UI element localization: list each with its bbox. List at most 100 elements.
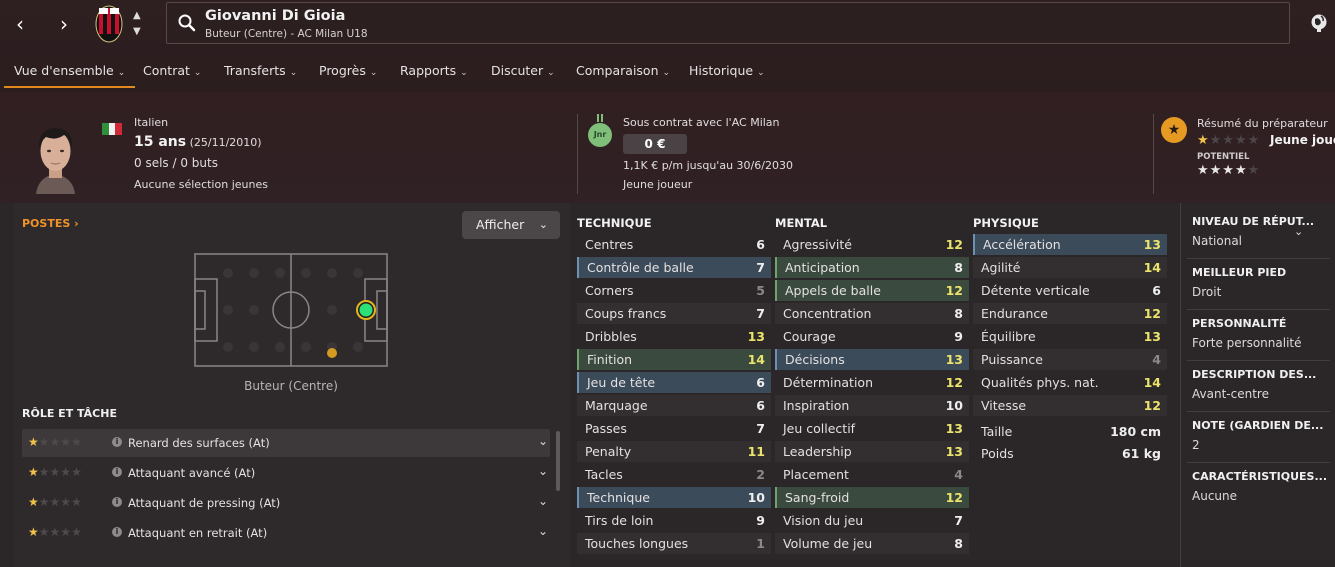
attribute-value: 14 [1143,375,1161,390]
tab-overview[interactable]: Vue d'ensemble ⌄ [4,58,136,88]
attribute-row[interactable]: Jeu de tête 6 [577,372,771,393]
attribute-row[interactable]: Technique 10 [577,487,771,508]
attribute-name: Sang-froid [785,490,850,505]
attribute-name: Contrôle de balle [587,260,694,275]
search-icon[interactable] [177,13,197,33]
attribute-row[interactable]: Agilité 14 [973,257,1167,278]
chevron-down-icon[interactable]: ⌄ [538,434,548,448]
position-pitch[interactable] [194,253,388,367]
info-title: NOTE (GARDIEN DE... [1192,419,1324,432]
info-icon[interactable]: i [112,467,122,477]
attribute-row[interactable]: Agressivité 12 [775,234,969,255]
attribute-row[interactable]: Vitesse 12 [973,395,1167,416]
attribute-row[interactable]: Détente verticale 6 [973,280,1167,301]
attribute-value: 8 [954,260,963,275]
role-row[interactable]: ★★★★★ i Attaquant de pressing (At) ⌄ [22,489,550,517]
attribute-value: 9 [954,329,963,344]
tab-history[interactable]: Historique ⌄ [689,58,765,88]
player-search-box[interactable]: Giovanni Di Gioia Buteur (Centre) - AC M… [166,2,1290,44]
chevron-up-icon[interactable]: ▲ [133,10,141,21]
attribute-row[interactable]: Coups francs 7 [577,303,771,324]
attribute-row[interactable]: Volume de jeu 8 [775,533,969,554]
chevron-down-icon: ⌄ [460,68,468,78]
club-badge-icon[interactable] [95,4,123,44]
attribute-row[interactable]: Endurance 12 [973,303,1167,324]
attribute-name: Anticipation [785,260,860,275]
chevron-down-icon[interactable]: ⌄ [538,464,548,478]
attribute-row[interactable]: Accélération 13 [973,234,1167,255]
attribute-row[interactable]: Touches longues 1 [577,533,771,554]
tab-transfers[interactable]: Transferts ⌄ [224,58,297,88]
attribute-row[interactable]: Équilibre 13 [973,326,1167,347]
tab-contract[interactable]: Contrat ⌄ [143,58,201,88]
chevron-down-icon[interactable]: ▼ [133,26,141,37]
attribute-row[interactable]: Décisions 13 [775,349,969,370]
attribute-row[interactable]: Détermination 12 [775,372,969,393]
attribute-row[interactable]: Tirs de loin 9 [577,510,771,531]
chevron-down-icon[interactable]: ⌄ [538,524,548,538]
role-stars: ★★★★★ [28,435,82,449]
info-icon[interactable]: i [112,497,122,507]
attribute-row[interactable]: Qualités phys. nat. 14 [973,372,1167,393]
chevron-down-icon[interactable]: ⌄ [538,494,548,508]
attribute-row[interactable]: Marquage 6 [577,395,771,416]
tab-discuss[interactable]: Discuter ⌄ [491,58,555,88]
attribute-value: 2 [756,467,765,482]
forward-button[interactable]: › [50,10,78,38]
attribute-row[interactable]: Finition 14 [577,349,771,370]
afficher-dropdown[interactable]: Afficher ⌄ [462,211,560,239]
attribute-row[interactable]: Courage 9 [775,326,969,347]
caps-goals: 0 sels / 0 buts [134,156,218,170]
contract-value[interactable]: 0 € [623,134,687,154]
role-row[interactable]: ★★★★★ i Renard des surfaces (At) ⌄ [22,429,550,457]
attribute-row[interactable]: Anticipation 8 [775,257,969,278]
globe-icon[interactable] [1310,13,1328,33]
attribute-row[interactable]: Puissance 4 [973,349,1167,370]
youth-caps: Aucune sélection jeunes [134,178,268,191]
attribute-row[interactable]: Leadership 13 [775,441,969,462]
contract-type: Jeune joueur [623,178,693,191]
attribute-row[interactable]: Contrôle de balle 7 [577,257,771,278]
attribute-row[interactable]: Inspiration 10 [775,395,969,416]
info-value: Avant-centre [1192,387,1269,401]
attribute-name: Agressivité [783,237,853,252]
tab-reports[interactable]: Rapports ⌄ [400,58,468,88]
player-avatar[interactable] [28,119,83,194]
attribute-name: Placement [783,467,849,482]
attribute-row[interactable]: Concentration 8 [775,303,969,324]
attribute-row[interactable]: Vision du jeu 7 [775,510,969,531]
height-row: Taille 180 cm [981,424,1161,439]
attribute-value: 6 [756,398,765,413]
attribute-name: Détermination [783,375,874,390]
attribute-row[interactable]: Sang-froid 12 [775,487,969,508]
attribute-value: 13 [1143,237,1161,252]
chevron-down-icon[interactable]: ⌄ [1294,225,1303,238]
attribute-row[interactable]: Placement 4 [775,464,969,485]
positions-title[interactable]: POSTES › [22,217,79,230]
role-row[interactable]: ★★★★★ i Attaquant en retrait (At) ⌄ [22,519,550,547]
attribute-name: Accélération [983,237,1061,252]
attribute-row[interactable]: Penalty 11 [577,441,771,462]
back-button[interactable]: ‹ [6,10,34,38]
info-icon[interactable]: i [112,527,122,537]
attribute-row[interactable]: Jeu collectif 13 [775,418,969,439]
attribute-row[interactable]: Appels de balle 12 [775,280,969,301]
attribute-row[interactable]: Dribbles 13 [577,326,771,347]
attribute-name: Tirs de loin [585,513,654,528]
info-icon[interactable]: i [112,437,122,447]
nationality: Italien [134,116,169,129]
tab-comparison[interactable]: Comparaison ⌄ [576,58,670,88]
attribute-row[interactable]: Passes 7 [577,418,771,439]
attribute-row[interactable]: Tacles 2 [577,464,771,485]
roles-scrollbar[interactable] [556,431,560,491]
attribute-name: Puissance [981,352,1043,367]
player-subtitle[interactable]: Buteur (Centre) - AC Milan U18 [205,28,368,40]
tab-progress[interactable]: Progrès ⌄ [319,58,377,88]
coach-summary-title: Résumé du préparateur [1197,117,1328,130]
attribute-value: 12 [945,237,963,252]
role-row[interactable]: ★★★★★ i Attaquant avancé (At) ⌄ [22,459,550,487]
top-bar: ‹ › ▲ ▼ Giovanni Di Gioia Buteur (Centre… [0,0,1335,92]
attribute-row[interactable]: Centres 6 [577,234,771,255]
attribute-row[interactable]: Corners 5 [577,280,771,301]
chevron-down-icon: ⌄ [547,68,555,78]
